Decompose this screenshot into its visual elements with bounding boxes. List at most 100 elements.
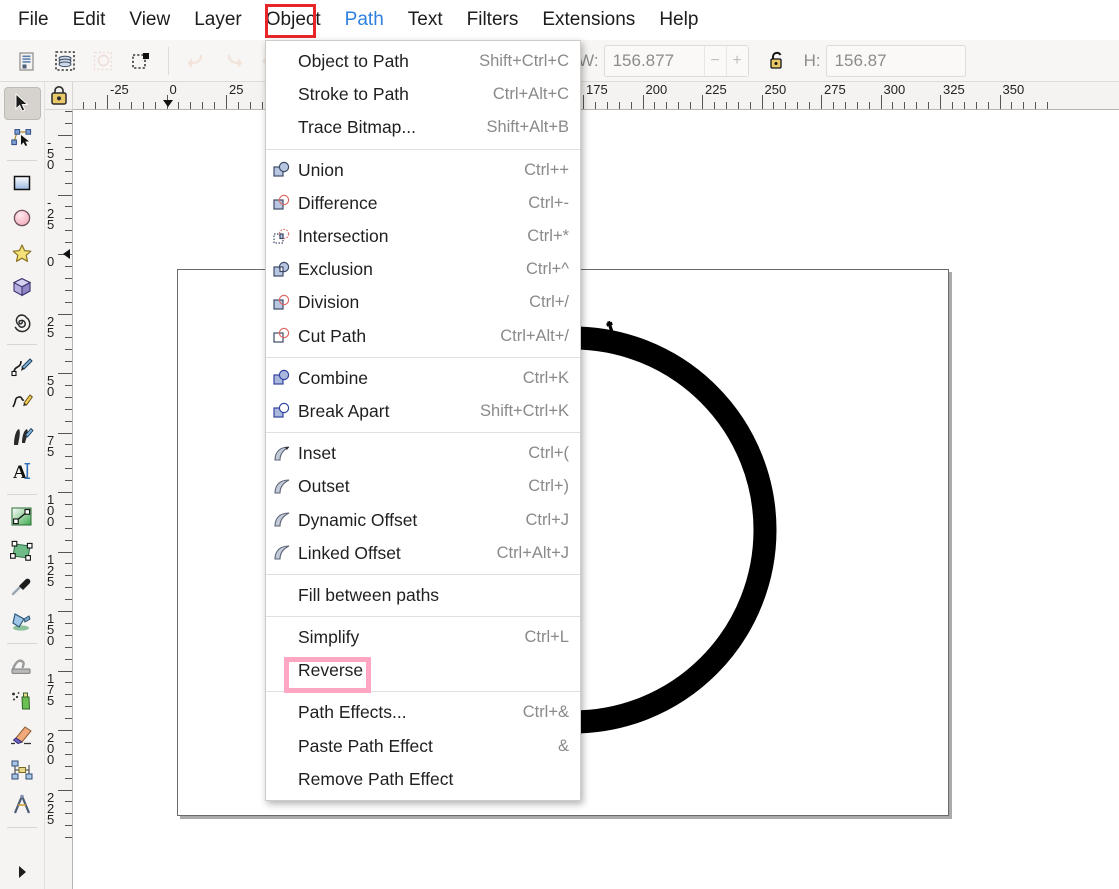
ruler-minor-tick — [154, 102, 156, 109]
selector-tool[interactable] — [3, 87, 41, 120]
w-increment[interactable]: + — [725, 45, 748, 76]
menu-item-reverse[interactable]: Reverse — [266, 654, 580, 694]
menu-item-simplify[interactable]: Simplify Ctrl+L — [266, 621, 580, 654]
dropper-tool[interactable] — [4, 570, 41, 603]
menu-item-fill-between-paths[interactable]: Fill between paths — [266, 579, 580, 612]
ruler-minor-tick — [65, 563, 72, 565]
menu-item-object-to-path[interactable]: Object to Path Shift+Ctrl+C — [266, 45, 580, 78]
eraser-tool[interactable] — [4, 719, 41, 752]
select-all-in-all-layers-icon[interactable] — [47, 44, 83, 78]
ellipse-tool[interactable] — [4, 202, 41, 235]
menu-item-stroke-to-path[interactable]: Stroke to Path Ctrl+Alt+C — [266, 78, 580, 111]
ruler-minor-tick — [65, 622, 72, 624]
guide-lock-button[interactable] — [45, 82, 73, 110]
ruler-minor-tick — [809, 102, 811, 109]
ruler-label: 25 — [47, 313, 55, 340]
ruler-minor-tick — [65, 527, 72, 529]
dynamic-offset-icon — [266, 510, 298, 530]
ruler-label: 150 — [47, 611, 55, 648]
menu-view[interactable]: View — [118, 4, 181, 36]
menu-layer[interactable]: Layer — [183, 4, 253, 36]
bezier-tool[interactable] — [4, 351, 41, 384]
rotate-ccw-icon — [178, 44, 214, 78]
ruler-minor-tick — [190, 102, 192, 109]
menu-extensions[interactable]: Extensions — [531, 4, 646, 36]
measure-tool[interactable] — [4, 788, 41, 821]
menu-item-accelerator: Ctrl+) — [528, 477, 569, 496]
ruler-minor-tick — [65, 158, 72, 160]
menu-item-difference[interactable]: Difference Ctrl+- — [266, 187, 580, 220]
unlock-icon[interactable] — [759, 44, 795, 78]
menu-item-inset[interactable]: Inset Ctrl+( — [266, 437, 580, 470]
ruler-minor-tick — [963, 102, 965, 109]
menu-text[interactable]: Text — [397, 4, 454, 36]
spiral-tool[interactable] — [4, 306, 41, 339]
ruler-minor-tick — [142, 102, 144, 109]
ruler-tick — [58, 135, 72, 136]
select-all-icon[interactable] — [9, 44, 45, 78]
menu-item-combine[interactable]: Combine Ctrl+K — [266, 362, 580, 395]
menu-item-accelerator: Ctrl+- — [528, 193, 569, 212]
ruler-label: 200 — [47, 730, 55, 767]
star-tool[interactable] — [4, 236, 41, 269]
menu-item-exclusion[interactable]: Exclusion Ctrl+^ — [266, 253, 580, 286]
spray-tool[interactable] — [4, 684, 41, 717]
menu-edit[interactable]: Edit — [62, 4, 117, 36]
menu-item-path-effects[interactable]: Path Effects... Ctrl+& — [266, 696, 580, 729]
mesh-gradient-tool[interactable] — [4, 535, 41, 568]
tweak-tool[interactable] — [4, 650, 41, 683]
ruler-tick — [58, 313, 72, 315]
ruler-minor-tick — [83, 102, 85, 109]
menu-item-intersection[interactable]: Intersection Ctrl+* — [266, 220, 580, 253]
calligraphy-tool[interactable] — [4, 420, 41, 453]
menu-item-accelerator: Ctrl+Alt+C — [492, 85, 569, 104]
menu-item-division[interactable]: Division Ctrl+/ — [266, 286, 580, 319]
box3d-tool[interactable] — [4, 271, 41, 304]
menu-file[interactable]: File — [7, 4, 60, 36]
w-steppers[interactable]: − + — [703, 45, 748, 76]
connector-tool[interactable] — [4, 754, 41, 787]
menu-filters[interactable]: Filters — [456, 4, 530, 36]
ruler-minor-tick — [606, 102, 608, 109]
gradient-tool[interactable] — [4, 501, 41, 534]
ruler-minor-tick — [904, 102, 906, 109]
ruler-tick — [940, 95, 941, 109]
width-field[interactable]: 156.877 − + — [603, 44, 749, 77]
text-tool[interactable]: A — [4, 455, 41, 488]
ruler-label: 125 — [47, 551, 55, 589]
node-tool[interactable] — [4, 122, 41, 155]
pencil-tool[interactable] — [4, 386, 41, 419]
menu-path[interactable]: Path — [334, 4, 395, 36]
ruler-minor-tick — [118, 102, 120, 109]
w-decrement[interactable]: − — [703, 45, 726, 76]
ruler-label: 225 — [47, 789, 55, 827]
menu-help[interactable]: Help — [648, 4, 709, 36]
vertical-ruler[interactable]: -50 -25 0 25 50 75 100 125 150 175 200 225 — [45, 110, 73, 889]
menu-item-linked-offset[interactable]: Linked Offset Ctrl+Alt+J — [266, 537, 580, 570]
ruler-label: 325 — [943, 82, 965, 97]
menu-item-cut-path[interactable]: Cut Path Ctrl+Alt+/ — [266, 320, 580, 353]
horizontal-ruler[interactable]: -250255075100125150175200225250275300325… — [73, 82, 1119, 110]
canvas-area[interactable] — [73, 110, 1119, 889]
menu-item-trace-bitmap[interactable]: Trace Bitmap... Shift+Alt+B — [266, 111, 580, 144]
menu-item-union[interactable]: Union Ctrl++ — [266, 154, 580, 187]
menu-item-outset[interactable]: Outset Ctrl+) — [266, 470, 580, 503]
division-icon — [266, 293, 298, 313]
paint-bucket-tool[interactable] — [4, 604, 41, 637]
height-field[interactable]: 156.87 — [825, 44, 966, 77]
menu-item-remove-path-effect[interactable]: Remove Path Effect — [266, 763, 580, 796]
path-dropdown-menu[interactable]: Object to Path Shift+Ctrl+C Stroke to Path… — [265, 40, 581, 801]
ruler-minor-tick — [713, 102, 715, 109]
more-tools-arrow[interactable] — [4, 856, 41, 889]
menu-separator — [266, 432, 580, 434]
ruler-minor-tick — [65, 503, 72, 505]
menu-object[interactable]: Object — [255, 4, 332, 36]
menu-item-paste-path-effect[interactable]: Paste Path Effect & — [266, 730, 580, 763]
linked-offset-icon — [266, 543, 298, 563]
ruler-minor-tick — [785, 102, 787, 109]
rectangle-tool[interactable] — [4, 167, 41, 200]
menu-item-break-apart[interactable]: Break Apart Shift+Ctrl+K — [266, 395, 580, 428]
ruler-tick — [58, 432, 72, 434]
menu-item-dynamic-offset[interactable]: Dynamic Offset Ctrl+J — [266, 503, 580, 536]
select-same-icon[interactable] — [123, 44, 159, 78]
